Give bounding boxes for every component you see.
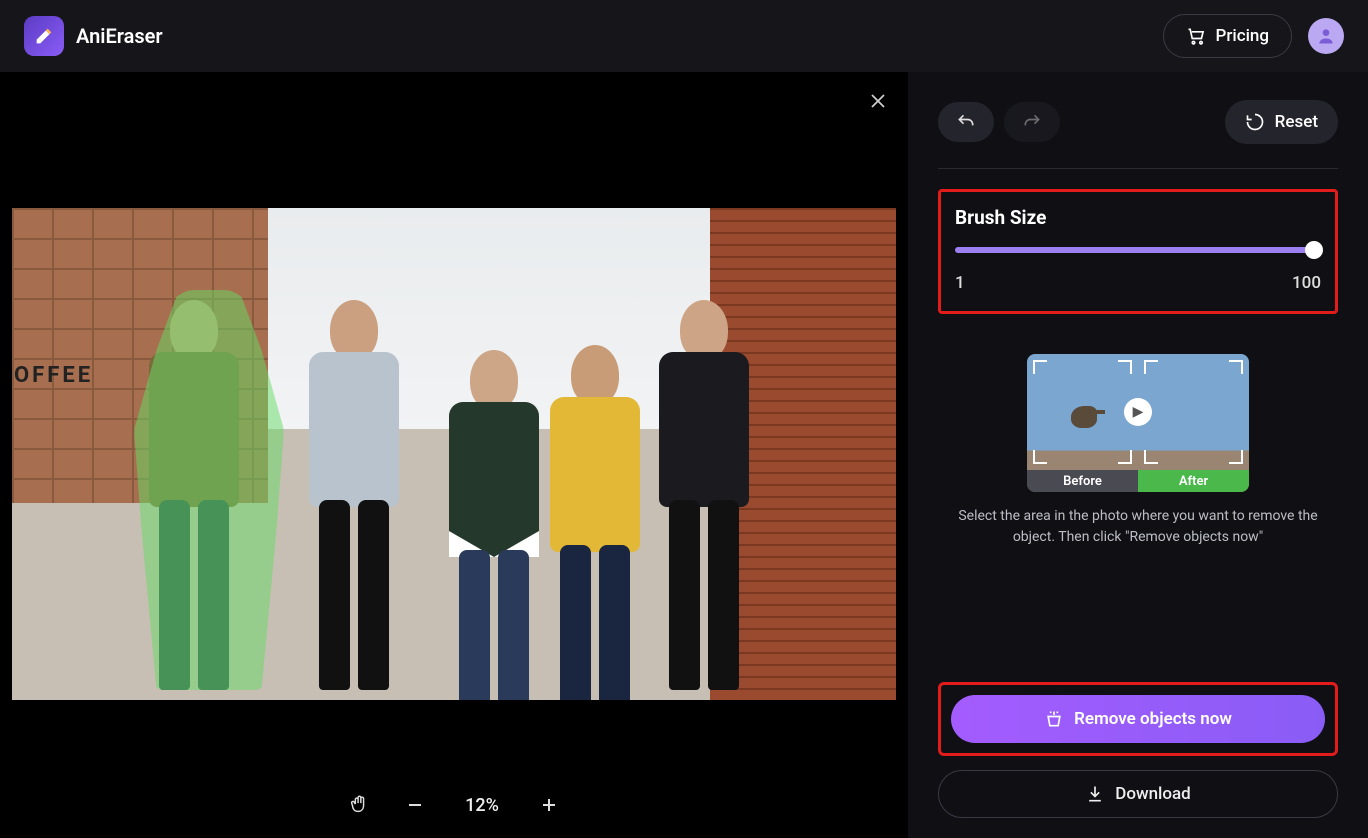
hand-icon — [348, 794, 370, 816]
hint-text: Select the area in the photo where you w… — [938, 506, 1338, 548]
reset-button[interactable]: Reset — [1225, 100, 1338, 144]
download-label: Download — [1115, 784, 1191, 804]
selection-mask — [134, 290, 284, 690]
person-3 — [444, 350, 544, 690]
person-2 — [294, 300, 414, 690]
reset-label: Reset — [1275, 112, 1318, 132]
close-button[interactable] — [866, 90, 890, 114]
user-avatar[interactable] — [1308, 18, 1344, 54]
remove-button-highlight: Remove objects now — [938, 682, 1338, 756]
remove-objects-button[interactable]: Remove objects now — [951, 695, 1325, 743]
brush-size-panel: Brush Size 1 100 — [938, 189, 1338, 314]
top-controls: Reset — [938, 100, 1338, 144]
cart-icon — [1186, 26, 1206, 46]
before-after-preview: Before After ▶ — [1027, 354, 1249, 492]
sidebar-panel: Reset Brush Size 1 100 Before — [908, 72, 1368, 838]
canvas-area: OFFEE 12% — [0, 72, 908, 838]
pricing-button[interactable]: Pricing — [1163, 14, 1293, 58]
canvas-viewport[interactable]: OFFEE — [0, 72, 908, 772]
pricing-label: Pricing — [1216, 26, 1270, 46]
zoom-out-button[interactable] — [401, 791, 429, 819]
minus-icon — [406, 796, 424, 814]
brush-icon — [1044, 709, 1064, 729]
app-title: AniEraser — [76, 24, 163, 48]
app-header: AniEraser Pricing — [0, 0, 1368, 72]
close-icon — [870, 93, 886, 109]
reset-icon — [1245, 112, 1265, 132]
remove-label: Remove objects now — [1074, 709, 1232, 729]
plus-icon — [540, 796, 558, 814]
download-icon — [1085, 784, 1105, 804]
preview-area: Before After ▶ Select the area in the ph… — [938, 354, 1338, 548]
download-button[interactable]: Download — [938, 770, 1338, 818]
preview-after: After — [1138, 354, 1249, 492]
photo-scene: OFFEE — [12, 208, 896, 700]
arrow-right-icon: ▶ — [1124, 398, 1152, 426]
before-badge: Before — [1027, 470, 1138, 492]
redo-icon — [1022, 112, 1042, 132]
slider-max: 100 — [1292, 273, 1321, 293]
logo-group: AniEraser — [24, 16, 163, 56]
user-icon — [1316, 26, 1336, 46]
header-right: Pricing — [1163, 14, 1345, 58]
bird-icon — [1071, 406, 1097, 428]
main-area: OFFEE 12% — [0, 72, 1368, 838]
edited-image[interactable]: OFFEE — [12, 208, 896, 700]
brush-size-slider[interactable] — [955, 247, 1321, 253]
pan-tool-button[interactable] — [345, 791, 373, 819]
person-5 — [644, 300, 764, 690]
action-buttons: Remove objects now Download — [938, 682, 1338, 818]
redo-button[interactable] — [1004, 102, 1060, 142]
history-buttons — [938, 102, 1060, 142]
app-logo-icon — [24, 16, 64, 56]
divider — [938, 168, 1338, 169]
slider-range-labels: 1 100 — [955, 273, 1321, 293]
undo-icon — [956, 112, 976, 132]
zoom-toolbar: 12% — [0, 772, 908, 838]
undo-button[interactable] — [938, 102, 994, 142]
sign-text: OFFEE — [14, 363, 93, 388]
brush-size-label: Brush Size — [955, 206, 1321, 229]
slider-thumb[interactable] — [1305, 241, 1323, 259]
person-4 — [542, 345, 647, 690]
zoom-in-button[interactable] — [535, 791, 563, 819]
slider-min: 1 — [955, 273, 965, 293]
preview-before: Before — [1027, 354, 1138, 492]
zoom-level: 12% — [457, 795, 507, 816]
after-badge: After — [1138, 470, 1249, 492]
